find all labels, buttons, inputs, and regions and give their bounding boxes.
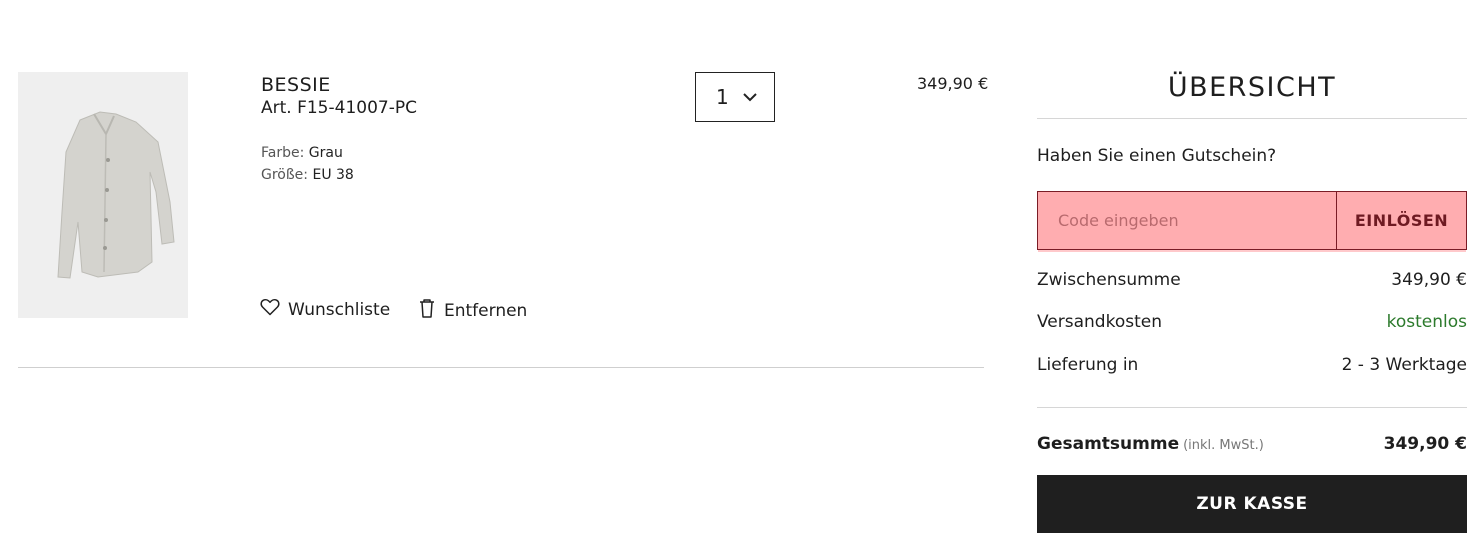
product-name[interactable]: BESSIE	[261, 74, 331, 96]
voucher-form: EINLÖSEN	[1037, 191, 1467, 250]
shipping-row: Versandkosten kostenlos	[1037, 312, 1467, 332]
chevron-down-icon	[742, 89, 758, 109]
checkout-button[interactable]: ZUR KASSE	[1037, 475, 1467, 533]
summary-title: ÜBERSICHT	[1167, 72, 1337, 103]
voucher-question: Haben Sie einen Gutschein?	[1037, 146, 1277, 166]
shipping-value: kostenlos	[1386, 312, 1467, 332]
redeem-voucher-button[interactable]: EINLÖSEN	[1336, 192, 1466, 249]
color-value: Grau	[308, 145, 343, 161]
wishlist-label: Wunschliste	[288, 299, 391, 320]
product-size: Größe: EU 38	[261, 167, 354, 183]
product-color: Farbe: Grau	[261, 145, 343, 161]
total-value: 349,90 €	[1383, 434, 1467, 454]
subtotal-row: Zwischensumme 349,90 €	[1037, 270, 1467, 290]
subtotal-value: 349,90 €	[1391, 270, 1467, 290]
size-value: EU 38	[312, 167, 354, 183]
item-divider	[18, 367, 984, 368]
shipping-label: Versandkosten	[1037, 312, 1162, 332]
item-price: 349,90 €	[917, 74, 989, 93]
total-label: Gesamtsumme	[1037, 434, 1180, 454]
delivery-label: Lieferung in	[1037, 355, 1139, 375]
total-row: Gesamtsumme (inkl. MwSt.) 349,90 €	[1037, 434, 1467, 454]
remove-label: Entfernen	[444, 300, 528, 321]
total-tax-note: (inkl. MwSt.)	[1183, 438, 1264, 453]
trash-icon	[418, 298, 436, 323]
wishlist-button[interactable]: Wunschliste	[260, 298, 390, 321]
summary-divider	[1037, 118, 1467, 119]
color-label: Farbe:	[261, 145, 305, 161]
jacket-image	[18, 72, 188, 318]
quantity-value: 1	[716, 85, 729, 109]
total-label-group: Gesamtsumme (inkl. MwSt.)	[1037, 434, 1264, 454]
delivery-value: 2 - 3 Werktage	[1341, 355, 1467, 375]
product-sku: Art. F15-41007-PC	[261, 98, 417, 118]
heart-icon	[260, 298, 280, 321]
product-image[interactable]	[18, 72, 188, 318]
size-label: Größe:	[261, 167, 309, 183]
quantity-select[interactable]: 1	[695, 72, 775, 122]
total-divider	[1037, 407, 1467, 408]
subtotal-label: Zwischensumme	[1037, 270, 1181, 290]
voucher-code-input[interactable]	[1038, 192, 1336, 249]
delivery-row: Lieferung in 2 - 3 Werktage	[1037, 355, 1467, 375]
remove-button[interactable]: Entfernen	[418, 298, 527, 323]
